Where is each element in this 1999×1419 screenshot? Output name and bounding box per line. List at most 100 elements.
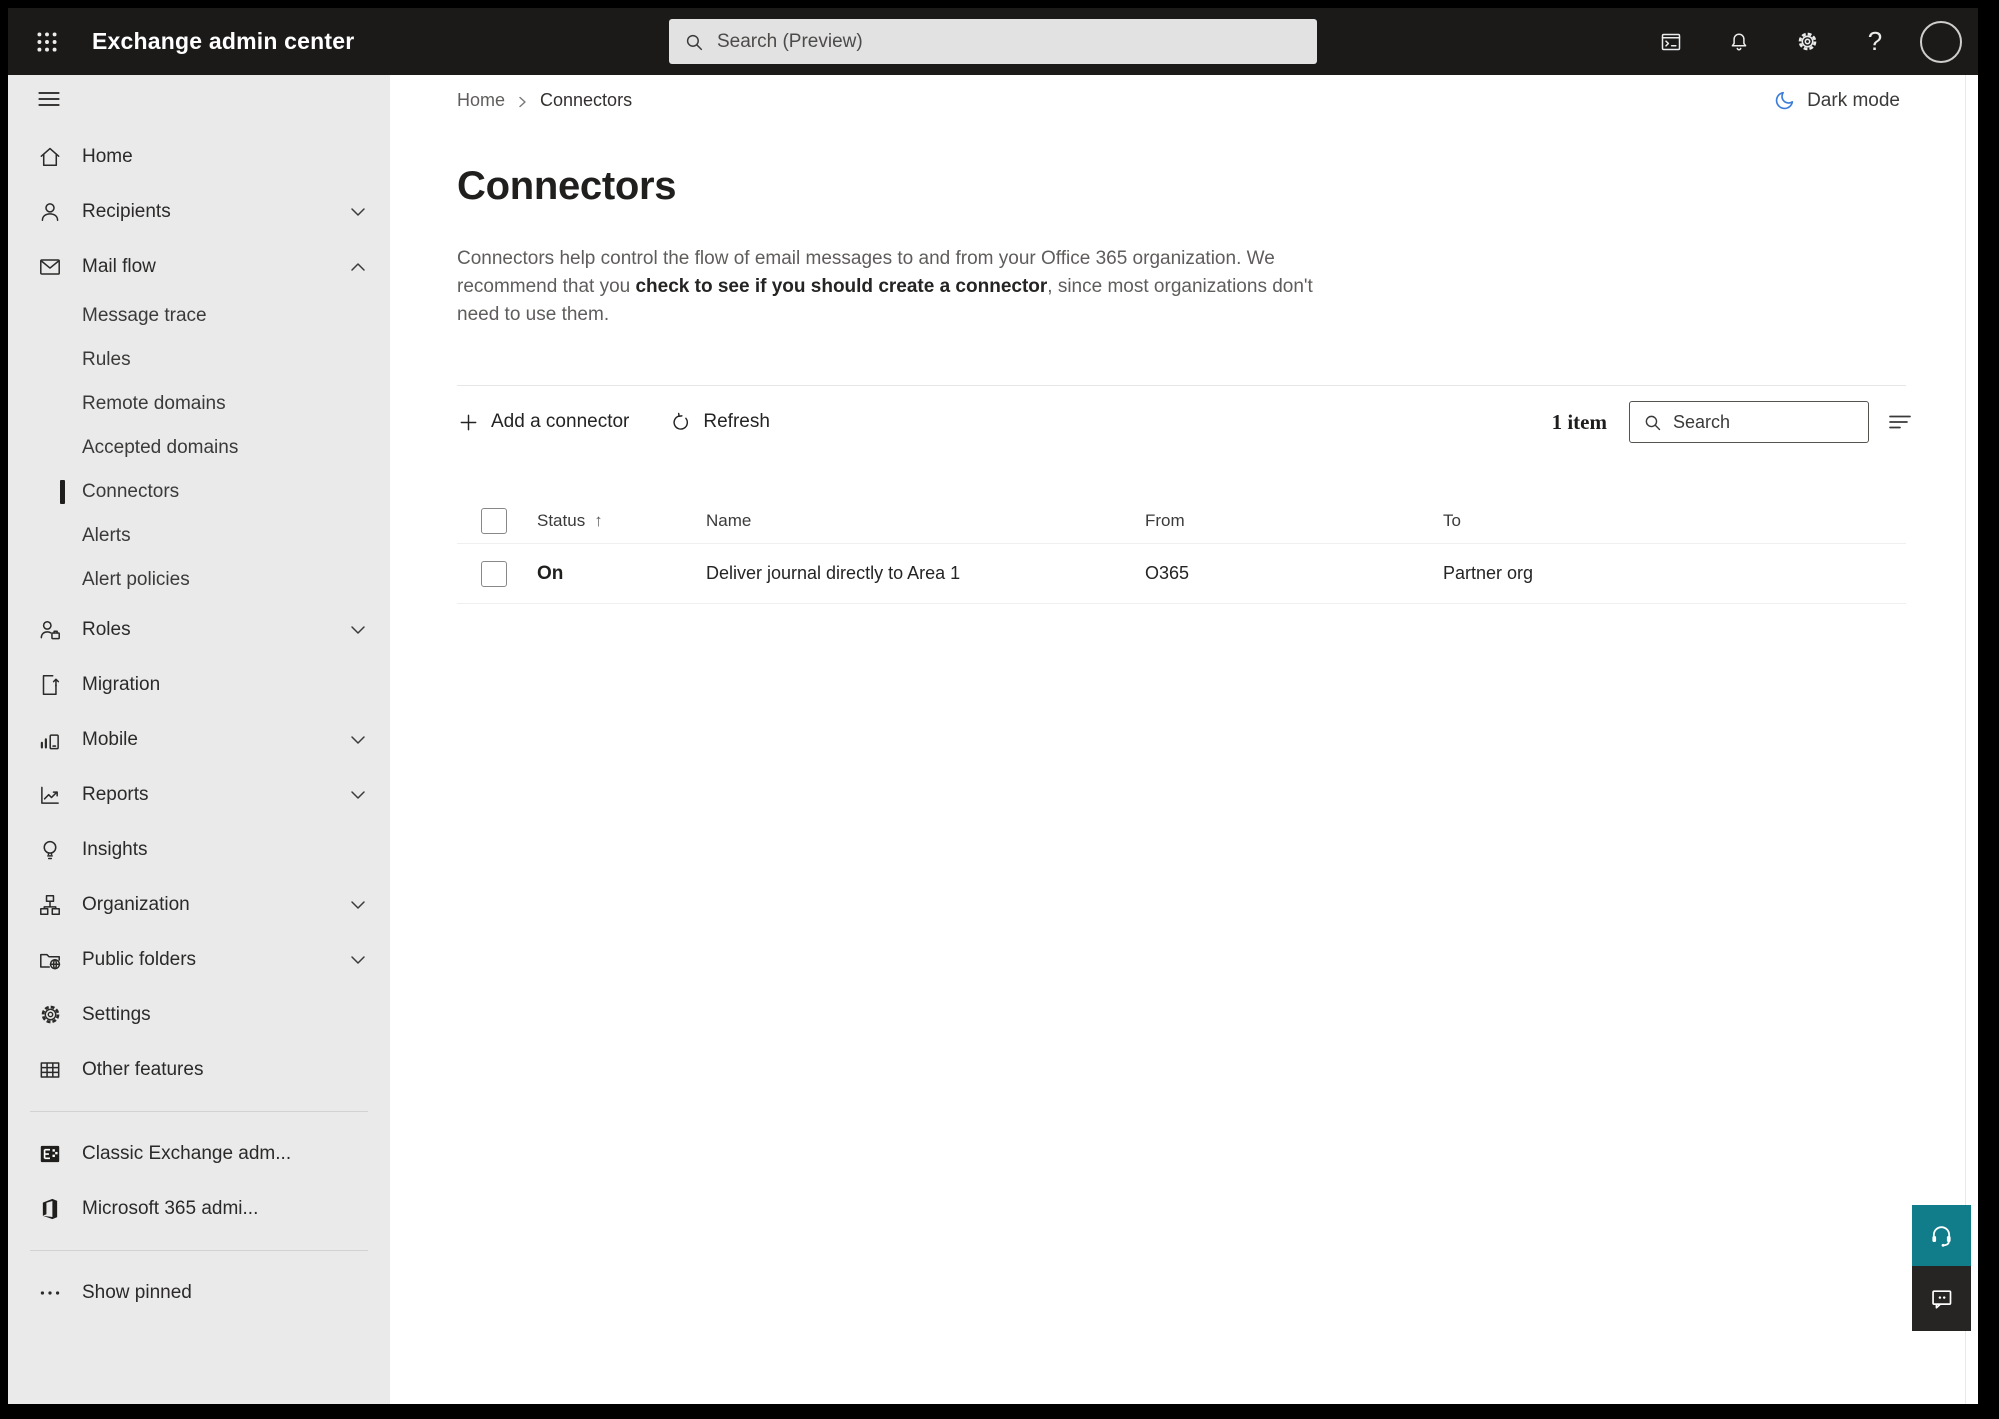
column-header-name[interactable]: Name [706, 511, 751, 530]
connector-from: O365 [1145, 563, 1190, 583]
breadcrumb-home-link[interactable]: Home [457, 90, 505, 111]
list-search-input[interactable] [1673, 411, 1856, 433]
filter-button[interactable] [1887, 411, 1913, 433]
sidebar-item-organization[interactable]: Organization [8, 877, 390, 932]
sidebar-item-label: Public folders [82, 948, 197, 970]
app-title: Exchange admin center [92, 28, 355, 54]
account-avatar[interactable] [1920, 20, 1962, 63]
row-checkbox[interactable] [481, 560, 507, 587]
page-description: Connectors help control the flow of emai… [457, 245, 1319, 329]
sidebar-item-insights[interactable]: Insights [8, 822, 390, 877]
global-search-box[interactable] [669, 19, 1317, 64]
sidebar-item-rules[interactable]: Rules [8, 338, 390, 382]
headset-icon [1932, 1226, 1951, 1247]
speech-bubble-icon [1932, 1290, 1952, 1309]
microsoft-365-icon [36, 1195, 64, 1223]
sidebar-item-message-trace[interactable]: Message trace [8, 294, 390, 338]
sidebar-item-alert-policies[interactable]: Alert policies [8, 558, 390, 602]
breadcrumb-chevron-icon [517, 95, 528, 109]
settings-button[interactable] [1784, 19, 1830, 65]
sidebar-item-label: Alerts [82, 525, 131, 546]
sidebar-item-remote-domains[interactable]: Remote domains [8, 382, 390, 426]
chevron-down-icon [350, 625, 366, 635]
sidebar-item-label: Microsoft 365 admi... [82, 1197, 259, 1219]
sidebar-item-label: Roles [82, 618, 131, 640]
sidebar-item-connectors[interactable]: Connectors [8, 470, 390, 514]
sidebar-item-mobile[interactable]: Mobile [8, 712, 390, 767]
sidebar-item-label: Mail flow [82, 255, 156, 277]
chevron-down-icon [350, 790, 366, 800]
bell-icon [1731, 32, 1747, 50]
select-all-checkbox[interactable] [481, 507, 507, 534]
status-badge: On [537, 562, 564, 584]
sidebar-item-show-pinned[interactable]: Show pinned [8, 1265, 390, 1320]
sort-ascending-icon: ↑ [594, 510, 603, 530]
nav-collapse-button[interactable] [8, 75, 390, 123]
cloud-shell-button[interactable] [1648, 19, 1694, 65]
sidebar-item-alerts[interactable]: Alerts [8, 514, 390, 558]
moon-icon [1775, 91, 1794, 110]
list-toolbar: Add a connector Refresh 1 item [457, 386, 1913, 458]
connector-name[interactable]: Deliver journal directly to Area 1 [706, 563, 960, 583]
sidebar-item-home[interactable]: Home [8, 129, 390, 184]
chevron-down-icon [350, 735, 366, 745]
notifications-button[interactable] [1716, 19, 1762, 65]
gear-icon [36, 1001, 64, 1029]
chevron-up-icon [350, 262, 366, 272]
insights-icon [36, 836, 64, 864]
table-row[interactable]: On Deliver journal directly to Area 1 O3… [457, 544, 1906, 604]
migration-icon [36, 671, 64, 699]
column-header-to[interactable]: To [1443, 511, 1461, 530]
dark-mode-toggle[interactable]: Dark mode [1773, 89, 1900, 112]
sidebar-item-label: Connectors [82, 481, 180, 502]
mail-icon [36, 253, 64, 281]
sidebar-item-microsoft-365-admin[interactable]: Microsoft 365 admi... [8, 1181, 390, 1236]
gear-icon [1798, 32, 1816, 51]
app-launcher-button[interactable] [24, 19, 70, 65]
topbar-actions: ? [1648, 19, 1962, 65]
page-title: Connectors [457, 164, 677, 208]
sidebar-item-migration[interactable]: Migration [8, 657, 390, 712]
add-connector-label: Add a connector [491, 411, 630, 432]
create-connector-check-link[interactable]: check to see if you should create a conn… [635, 276, 1047, 297]
sidebar-item-label: Organization [82, 893, 190, 915]
roles-icon [36, 616, 64, 644]
sidebar-item-label: Remote domains [82, 393, 226, 414]
top-bar: Exchange admin center Search (Preview) ? [8, 8, 1978, 75]
sidebar-item-label: Alert policies [82, 569, 190, 590]
sidebar-item-other-features[interactable]: Other features [8, 1042, 390, 1097]
sidebar-item-classic-exchange[interactable]: Classic Exchange adm... [8, 1126, 390, 1181]
sidebar-item-mail-flow[interactable]: Mail flow [8, 239, 390, 294]
item-count: 1 item [1551, 409, 1607, 434]
sidebar-item-accepted-domains[interactable]: Accepted domains [8, 426, 390, 470]
refresh-button[interactable]: Refresh [669, 411, 770, 434]
connectors-table: Status ↑ Name From To On Deliver journal… [457, 498, 1906, 604]
list-search-box[interactable] [1629, 401, 1869, 443]
sidebar-item-label: Recipients [82, 200, 171, 222]
filter-icon [1889, 415, 1911, 429]
sidebar-item-label: Rules [82, 349, 131, 370]
sidebar-item-reports[interactable]: Reports [8, 767, 390, 822]
refresh-icon [673, 412, 689, 430]
column-header-from[interactable]: From [1145, 511, 1185, 530]
hamburger-icon [38, 92, 60, 106]
support-button[interactable] [1912, 1205, 1971, 1266]
mobile-icon [36, 726, 64, 754]
help-icon: ? [1867, 26, 1883, 56]
sidebar-item-settings[interactable]: Settings [8, 987, 390, 1042]
search-icon [1645, 415, 1661, 430]
main-content: Home Connectors Dark mode Connectors Con… [390, 75, 1978, 1404]
breadcrumb-current: Connectors [540, 90, 633, 110]
organization-icon [36, 891, 64, 919]
sidebar-item-recipients[interactable]: Recipients [8, 184, 390, 239]
sidebar-item-label: Show pinned [82, 1281, 192, 1303]
person-icon [36, 198, 64, 226]
add-connector-button[interactable]: Add a connector [457, 411, 629, 434]
feedback-button[interactable] [1912, 1266, 1971, 1331]
column-header-status[interactable]: Status [537, 511, 585, 531]
sidebar-item-public-folders[interactable]: Public folders [8, 932, 390, 987]
help-button[interactable]: ? [1852, 19, 1898, 65]
sidebar-item-label: Reports [82, 783, 149, 805]
global-search-input[interactable] [717, 30, 1303, 53]
sidebar-item-roles[interactable]: Roles [8, 602, 390, 657]
